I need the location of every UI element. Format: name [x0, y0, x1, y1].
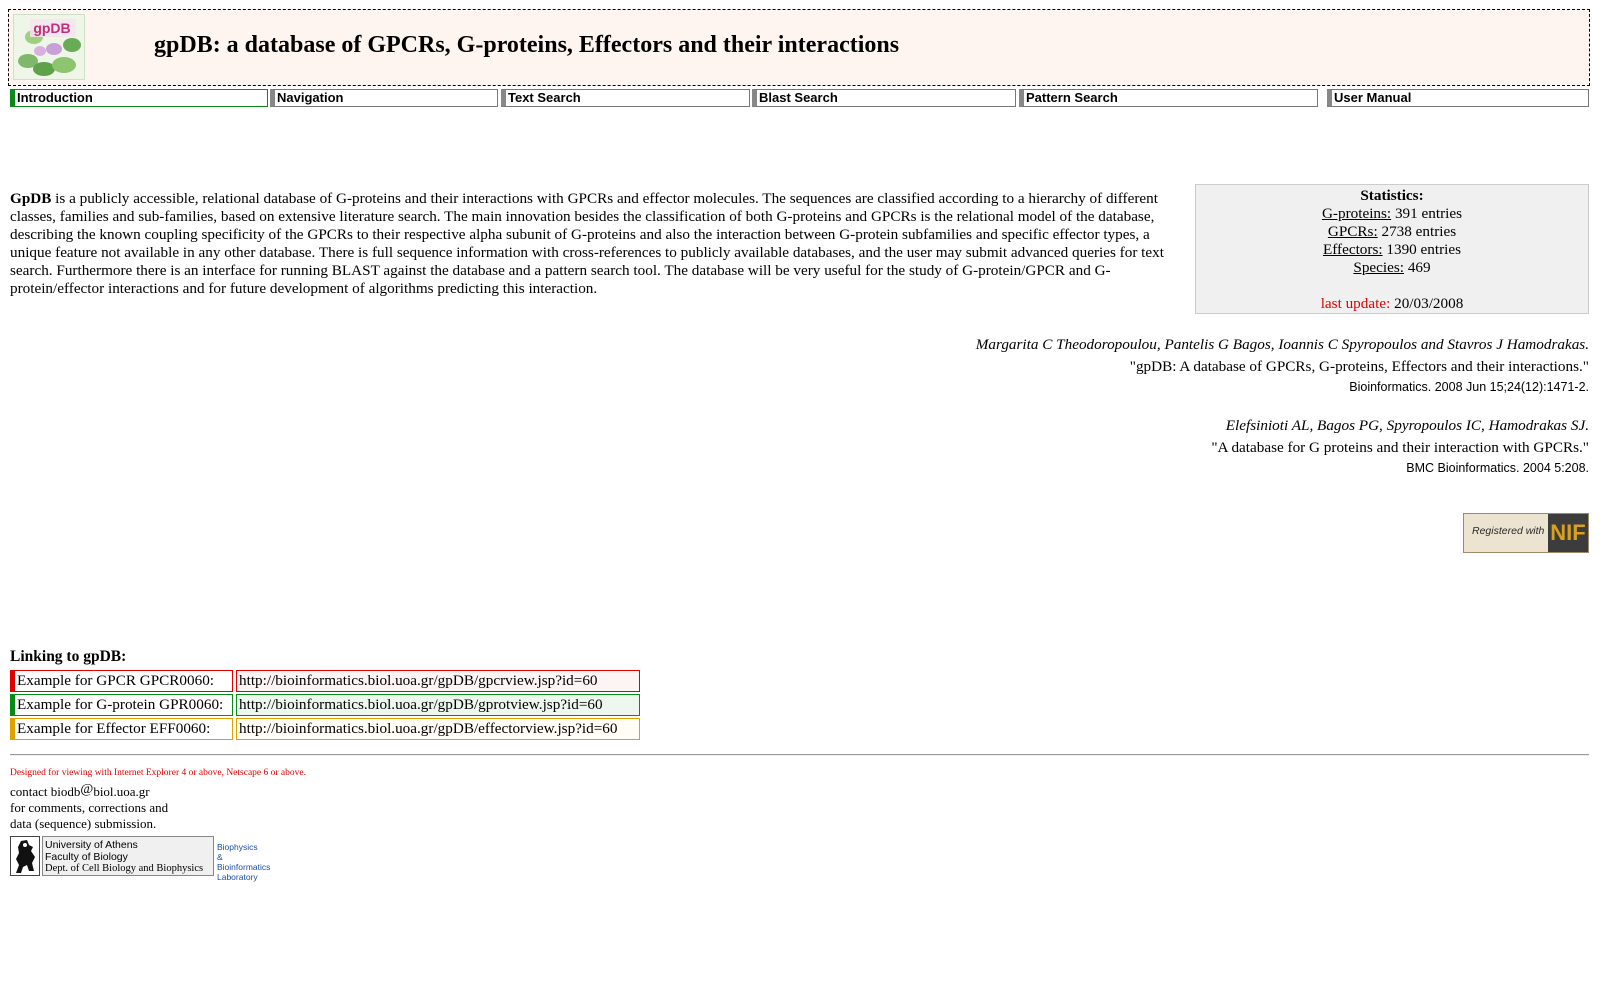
- nav-pattern-search[interactable]: Pattern Search: [1019, 89, 1318, 107]
- page-title: gpDB: a database of GPCRs, G-proteins, E…: [154, 32, 900, 58]
- contact-prefix: contact biodb: [10, 784, 81, 799]
- browser-note: Designed for viewing with Internet Explo…: [10, 768, 306, 778]
- contact-line-2: for comments, corrections and: [10, 800, 169, 815]
- stats-gproteins-value: 391 entries: [1391, 205, 1463, 222]
- last-update-label: last update:: [1320, 295, 1391, 312]
- lab-link[interactable]: Biophysics & Bioinformatics Laboratory: [217, 842, 270, 882]
- nav-navigation[interactable]: Navigation: [270, 89, 498, 107]
- link-label-effector: Example for Effector EFF0060:: [10, 718, 233, 740]
- stats-species-link[interactable]: Species:: [1353, 259, 1404, 276]
- at-symbol: @: [80, 782, 94, 797]
- citation-1-journal: Bioinformatics. 2008 Jun 15;24(12):1471-…: [1349, 380, 1589, 394]
- svg-text:gpDB: gpDB: [33, 20, 70, 36]
- contact-domain: biol.uoa.gr: [93, 784, 150, 799]
- header-banner: gpDB gpDB: a database of GPCRs, G-protei…: [8, 9, 1590, 86]
- link-url-gprotein[interactable]: http://bioinformatics.biol.uoa.gr/gpDB/g…: [236, 694, 640, 716]
- nav-text-search[interactable]: Text Search: [501, 89, 750, 107]
- university-seal-icon[interactable]: [10, 836, 40, 876]
- university-name: University of Athens: [45, 839, 138, 851]
- lab-line-3: Laboratory: [217, 872, 258, 882]
- stats-effectors-link[interactable]: Effectors:: [1323, 241, 1383, 258]
- statistics-panel: Statistics: G-proteins: 391 entries GPCR…: [1195, 184, 1589, 314]
- citation-1-title: "gpDB: A database of GPCRs, G-proteins, …: [1129, 358, 1589, 375]
- link-label-gpcr: Example for GPCR GPCR0060:: [10, 670, 233, 692]
- gpdb-logo-graphic: gpDB: [18, 19, 81, 76]
- nif-registered-badge[interactable]: Registered with NIF: [1463, 513, 1589, 553]
- link-url-gpcr[interactable]: http://bioinformatics.biol.uoa.gr/gpDB/g…: [236, 670, 640, 692]
- nif-logo: NIF: [1548, 514, 1588, 552]
- citation-2-journal: BMC Bioinformatics. 2004 5:208.: [1406, 461, 1589, 475]
- faculty-name: Faculty of Biology: [45, 851, 128, 863]
- lab-line-2: & Bioinformatics: [217, 852, 271, 872]
- stats-title: Statistics:: [1360, 187, 1424, 204]
- linking-title: Linking to gpDB:: [10, 648, 127, 665]
- nav-user-manual[interactable]: User Manual: [1327, 89, 1589, 107]
- intro-text: is a publicly accessible, relational dat…: [10, 190, 1164, 297]
- stats-gproteins-link[interactable]: G-proteins:: [1322, 205, 1391, 222]
- intro-paragraph: GpDB is a publicly accessible, relationa…: [10, 190, 1172, 298]
- stats-effectors-value: 1390 entries: [1382, 241, 1462, 258]
- footer-divider: [10, 754, 1589, 756]
- last-update-value: 20/03/2008: [1390, 295, 1464, 312]
- department-name: Dept. of Cell Biology and Biophysics: [45, 863, 204, 874]
- nif-badge-text: Registered with: [1472, 525, 1545, 537]
- stats-gpcrs-value: 2738 entries: [1377, 223, 1457, 240]
- contact-line-3: data (sequence) submission.: [10, 816, 157, 831]
- intro-db-name: GpDB: [10, 190, 52, 207]
- nav-introduction[interactable]: Introduction: [10, 89, 268, 107]
- stats-species-value: 469: [1404, 259, 1431, 276]
- lab-line-1: Biophysics: [217, 842, 258, 852]
- gpdb-logo[interactable]: gpDB: [13, 14, 85, 80]
- stats-gpcrs-link[interactable]: GPCRs:: [1328, 223, 1378, 240]
- university-seal-graphic: [16, 840, 35, 873]
- citation-2-title: "A database for G proteins and their int…: [1211, 439, 1589, 456]
- link-label-gprotein: Example for G-protein GPR0060:: [10, 694, 233, 716]
- citation-2-authors: Elefsinioti AL, Bagos PG, Spyropoulos IC…: [1225, 417, 1589, 434]
- citation-1-authors: Margarita C Theodoropoulou, Pantelis G B…: [975, 336, 1589, 353]
- university-info-box[interactable]: University of Athens Faculty of Biology …: [42, 836, 214, 876]
- contact-info: contact biodb@biol.uoa.gr for comments, …: [10, 782, 168, 832]
- link-url-effector[interactable]: http://bioinformatics.biol.uoa.gr/gpDB/e…: [236, 718, 640, 740]
- nav-blast-search[interactable]: Blast Search: [752, 89, 1016, 107]
